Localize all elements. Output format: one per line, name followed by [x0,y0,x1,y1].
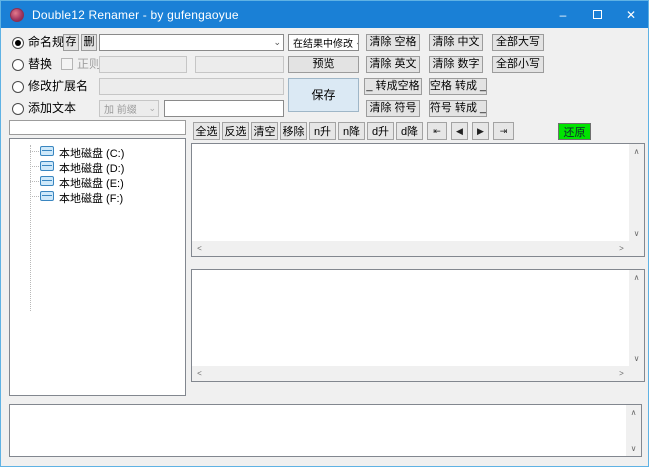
naming-rule-radio[interactable] [12,37,24,49]
vertical-scrollbar[interactable]: ∧ ∨ [629,144,644,241]
apply-mode-combobox[interactable]: 在结果中修改 ⌄ [288,34,359,51]
close-icon: ✕ [625,7,637,22]
space-to-underscore-button[interactable]: 空格 转成 _ [429,78,487,95]
tree-item-label: 本地磁盘 (F:) [59,193,124,205]
chevron-down-icon: ⌄ [273,37,281,47]
tree-item-label: 本地磁盘 (D:) [59,163,125,175]
arrow-right-icon: ▶ [477,125,484,136]
close-button[interactable]: ✕ [614,1,648,28]
tree-branch-line [30,166,39,167]
name-asc-button[interactable]: n升 [309,122,336,140]
drive-tree-panel[interactable]: 本地磁盘 (C:) 本地磁盘 (D:) 本地磁盘 (E:) 本地磁盘 (F:) [9,138,186,396]
regex-checkbox[interactable] [61,58,73,70]
clear-digit-button[interactable]: 清除 数字 [429,56,483,73]
move-first-icon: ⇤ [433,125,441,136]
clear-english-button[interactable]: 清除 英文 [366,56,420,73]
save-button[interactable]: 保存 [288,78,359,112]
add-text-input[interactable] [164,100,284,117]
clear-list-button[interactable]: 清空 [251,122,278,140]
scrollbar-corner [629,241,644,256]
restore-button[interactable]: 还原 [558,123,591,140]
date-desc-button[interactable]: d降 [396,122,423,140]
window-title: Double12 Renamer - by gufengaoyue [32,7,239,22]
scroll-down-icon[interactable]: ∨ [629,226,644,241]
invert-select-button[interactable]: 反选 [222,122,249,140]
move-last-icon: ⇥ [499,125,508,136]
move-last-button[interactable]: ⇥ [493,122,514,140]
drive-icon [40,176,54,186]
replace-radio[interactable] [12,59,24,71]
scroll-left-icon[interactable]: < [192,366,207,381]
replace-label: 替换 [28,57,53,71]
titlebar: Double12 Renamer - by gufengaoyue – ✕ [1,1,648,28]
maximize-icon [592,10,602,19]
apply-mode-value: 在结果中修改 [293,39,353,50]
drive-icon [40,191,54,201]
log-textarea[interactable]: ∧ ∨ [9,404,642,457]
minimize-button[interactable]: – [546,1,580,28]
tree-connector-line [30,145,31,311]
rule-combobox[interactable]: ⌄ [99,34,284,51]
clear-chinese-button[interactable]: 清除 中文 [429,34,483,51]
clear-symbol-button[interactable]: 清除 符号 [366,100,420,117]
vertical-scrollbar[interactable]: ∧ ∨ [626,405,641,456]
scroll-down-icon[interactable]: ∨ [629,351,644,366]
scroll-right-icon[interactable]: > [614,241,629,256]
scroll-up-icon[interactable]: ∧ [629,270,644,285]
scroll-right-icon[interactable]: > [614,366,629,381]
horizontal-scrollbar[interactable]: < > [192,366,629,381]
path-input[interactable] [9,120,186,135]
chevron-down-icon: ⌄ [353,38,358,47]
extension-input[interactable] [99,78,284,95]
move-left-button[interactable]: ◀ [451,122,468,140]
move-first-button[interactable]: ⇤ [427,122,447,140]
scroll-up-icon[interactable]: ∧ [626,405,641,420]
tree-branch-line [30,181,39,182]
remove-item-button[interactable]: 移除 [280,122,307,140]
replace-with-input[interactable] [195,56,284,73]
scroll-down-icon[interactable]: ∨ [626,441,641,456]
add-text-radio[interactable] [12,103,24,115]
add-text-mode-combobox[interactable]: 加 前缀 ⌄ [99,100,159,117]
clear-space-button[interactable]: 清除 空格 [366,34,420,51]
add-text-mode-value: 加 前缀 [104,105,137,116]
result-names-list[interactable]: ∧ ∨ < > [191,269,645,382]
horizontal-scrollbar[interactable]: < > [192,241,629,256]
select-all-button[interactable]: 全选 [193,122,220,140]
minimize-icon: – [559,7,567,22]
caption-buttons: – ✕ [546,1,648,28]
extension-label: 修改扩展名 [28,79,89,93]
drive-icon [40,161,54,171]
original-names-list[interactable]: ∧ ∨ < > [191,143,645,257]
extension-radio[interactable] [12,81,24,93]
scrollbar-corner [629,366,644,381]
symbol-to-underscore-button[interactable]: 符号 转成 _ [429,100,487,117]
scroll-left-icon[interactable]: < [192,241,207,256]
preview-button[interactable]: 预览 [288,56,359,73]
chevron-down-icon: ⌄ [148,103,156,113]
app-window: Double12 Renamer - by gufengaoyue – ✕ 命名… [0,0,649,467]
lowercase-button[interactable]: 全部小写 [492,56,544,73]
drive-icon [40,146,54,156]
date-asc-button[interactable]: d升 [367,122,394,140]
name-desc-button[interactable]: n降 [338,122,365,140]
tree-item-label: 本地磁盘 (E:) [59,178,124,190]
regex-label: 正则 [77,57,102,71]
replace-find-input[interactable] [99,56,187,73]
maximize-button[interactable] [580,1,614,28]
underscore-to-space-button[interactable]: _ 转成空格 [364,78,422,95]
app-icon [10,7,24,22]
uppercase-button[interactable]: 全部大写 [492,34,544,51]
arrow-left-icon: ◀ [456,125,463,136]
delete-rule-button[interactable]: 删 [81,34,97,51]
tree-branch-line [30,196,39,197]
tree-item-label: 本地磁盘 (C:) [59,148,125,160]
save-rule-button[interactable]: 存 [63,34,79,51]
vertical-scrollbar[interactable]: ∧ ∨ [629,270,644,366]
scroll-up-icon[interactable]: ∧ [629,144,644,159]
add-text-label: 添加文本 [28,101,77,115]
move-right-button[interactable]: ▶ [472,122,489,140]
tree-branch-line [30,151,39,152]
